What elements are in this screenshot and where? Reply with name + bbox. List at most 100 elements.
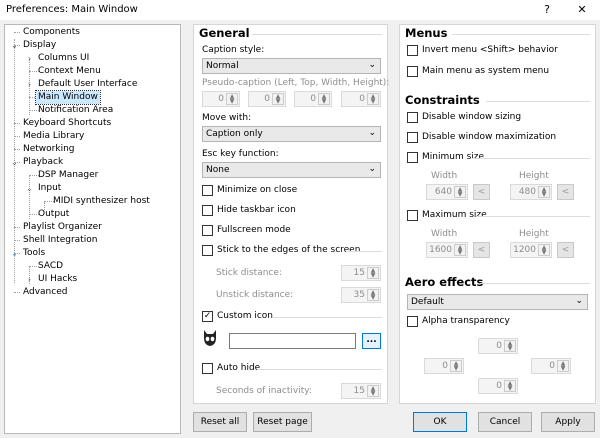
ok-button[interactable]: OK [413,412,467,432]
margin-bottom-spinbox[interactable]: 0 ▲ ▼ [478,378,518,394]
max-height-spinbox[interactable]: 1200 ▲ ▼ [510,242,552,258]
pseudo-top-spinbox[interactable]: 0 ▲ ▼ [248,91,286,107]
pick-min-height-button[interactable]: < [557,184,574,200]
fullscreen-checkbox[interactable] [202,225,213,236]
spinner-arrows-icon[interactable]: ▲ ▼ [504,380,516,392]
spinner-arrows-icon[interactable]: ▲ ▼ [450,360,462,372]
spinner-arrows-icon[interactable]: ▲ ▼ [504,340,516,352]
disable-maximization-checkbox[interactable] [407,132,418,143]
pick-min-width-button[interactable]: < [473,184,490,200]
cancel-button[interactable]: Cancel [478,412,532,432]
margin-right-spinbox[interactable]: 0 ▲ ▼ [531,358,571,374]
reset-all-button[interactable]: Reset all [193,412,247,432]
stick-edges-checkbox[interactable] [202,245,213,256]
unstick-distance-spinbox[interactable]: 35 ▲ ▼ [341,287,381,303]
spinner-arrows-icon[interactable]: ▲ ▼ [557,360,569,372]
tree-item-playlist-organizer[interactable]: Playlist Organizer [21,221,104,234]
expand-chevron-icon[interactable]: ⌄ [10,156,19,169]
spinner-arrows-icon[interactable]: ▲ ▼ [367,385,379,397]
tree-item-notification-area[interactable]: Notification Area [36,104,115,117]
maximum-size-label: Maximum size [422,210,487,220]
custom-icon-label: Custom icon [217,311,273,321]
tree-item-keyboard-shortcuts[interactable]: Keyboard Shortcuts [21,117,113,130]
disable-sizing-checkbox[interactable] [407,112,418,123]
auto-hide-checkbox[interactable] [202,363,213,374]
tree-item-tools[interactable]: Tools [21,247,47,260]
maximum-size-checkbox[interactable] [407,210,418,221]
spinner-arrows-icon[interactable]: ▲ ▼ [454,186,466,198]
tree-item-display[interactable]: Display [21,39,58,52]
tree-item-columns-ui[interactable]: Columns UI [36,52,91,65]
tree-item-dsp-manager[interactable]: DSP Manager [36,169,100,182]
caption-style-dropdown[interactable]: Normal ⌄ [202,58,381,74]
spinner-arrows-icon[interactable]: ▲ ▼ [538,186,550,198]
invert-menu-checkbox[interactable] [407,45,418,56]
chevron-down-icon: ⌄ [368,128,376,138]
tree-item-input[interactable]: Input [36,182,63,195]
spinner-arrows-icon[interactable]: ▲ ▼ [367,289,379,301]
expand-chevron-icon[interactable]: ⌄ [10,39,19,52]
alpha-transparency-checkbox[interactable] [407,316,418,327]
margin-top-spinbox[interactable]: 0 ▲ ▼ [478,338,518,354]
spinner-arrows-icon[interactable]: ▲ ▼ [367,267,379,279]
tree-item-shell-integration[interactable]: Shell Integration [21,234,99,247]
spinner-arrows-icon[interactable]: ▲ ▼ [226,93,238,105]
spinner-arrows-icon[interactable]: ▲ ▼ [454,244,466,256]
minimum-size-checkbox[interactable] [407,152,418,163]
esc-key-dropdown[interactable]: None ⌄ [202,162,381,178]
browse-icon-button[interactable]: ... [362,333,381,349]
tree-item-media-library[interactable]: Media Library [21,130,86,143]
tree-item-advanced[interactable]: Advanced [21,286,69,299]
window-body: ⌄ › › ⌄ ⌄ ⌄ › Components Display Columns… [0,20,600,438]
stick-distance-spinbox[interactable]: 15 ▲ ▼ [341,265,381,281]
pick-max-width-button[interactable]: < [473,242,490,258]
help-button[interactable]: ? [536,2,558,18]
tree-item-context-menu[interactable]: Context Menu [36,65,103,78]
min-height-spinbox[interactable]: 480 ▲ ▼ [510,184,552,200]
tree-item-networking[interactable]: Networking [21,143,77,156]
tree-item-default-user-interface[interactable]: Default User Interface [36,78,139,91]
stick-edges-label: Stick to the edges of the screen [217,245,361,255]
main-menu-system-checkbox[interactable] [407,66,418,77]
tree-item-ui-hacks[interactable]: UI Hacks [36,273,79,286]
pick-max-height-button[interactable]: < [557,242,574,258]
tree-item-playback[interactable]: Playback [21,156,65,169]
tree-item-output[interactable]: Output [36,208,71,221]
max-width-spinbox[interactable]: 1600 ▲ ▼ [426,242,468,258]
seconds-of-inactivity-spinbox[interactable]: 15 ▲ ▼ [341,383,381,399]
spinner-arrows-icon[interactable]: ▲ ▼ [318,93,330,105]
spinner-arrows-icon[interactable]: ▲ ▼ [538,244,550,256]
move-with-dropdown[interactable]: Caption only ⌄ [202,126,381,142]
aero-mode-dropdown[interactable]: Default ⌄ [407,294,588,310]
expand-chevron-icon[interactable]: ⌄ [25,182,34,195]
spinner-arrows-icon[interactable]: ▲ ▼ [367,93,379,105]
tree-item-midi-synthesizer-host[interactable]: MIDI synthesizer host [51,195,152,208]
custom-icon-path-input[interactable] [229,333,356,349]
tree-item-main-window[interactable]: Main Window [35,90,101,105]
pseudo-caption-label: Pseudo-caption (Left, Top, Width, Height… [202,78,390,88]
aero-effects-heading: Aero effects [405,275,484,289]
tree-item-sacd[interactable]: SACD [36,260,65,273]
stick-distance-label: Stick distance: [216,268,282,278]
collapsed-chevron-icon[interactable]: › [25,52,34,65]
hide-taskbar-checkbox[interactable] [202,205,213,216]
minimize-on-close-checkbox[interactable] [202,185,213,196]
pseudo-left-spinbox[interactable]: 0 ▲ ▼ [202,91,240,107]
chevron-down-icon: ⌄ [368,60,376,70]
reset-page-button[interactable]: Reset page [253,412,312,432]
margin-left-spinbox[interactable]: 0 ▲ ▼ [424,358,464,374]
max-width-label: Width [431,229,458,239]
collapsed-chevron-icon[interactable]: › [25,273,34,286]
expand-chevron-icon[interactable]: ⌄ [10,247,19,260]
tree-item-components[interactable]: Components [21,26,82,39]
preferences-tree[interactable]: ⌄ › › ⌄ ⌄ ⌄ › Components Display Columns… [4,24,181,434]
pseudo-width-spinbox[interactable]: 0 ▲ ▼ [294,91,332,107]
esc-key-label: Esc key function: [202,149,279,159]
apply-button[interactable]: Apply [541,412,595,432]
spinner-arrows-icon[interactable]: ▲ ▼ [272,93,284,105]
close-button[interactable]: ✕ [571,2,593,18]
pseudo-height-spinbox[interactable]: 0 ▲ ▼ [341,91,381,107]
min-width-spinbox[interactable]: 640 ▲ ▼ [426,184,468,200]
collapsed-chevron-icon[interactable]: › [25,78,34,91]
custom-icon-checkbox[interactable]: ✓ [202,311,213,322]
